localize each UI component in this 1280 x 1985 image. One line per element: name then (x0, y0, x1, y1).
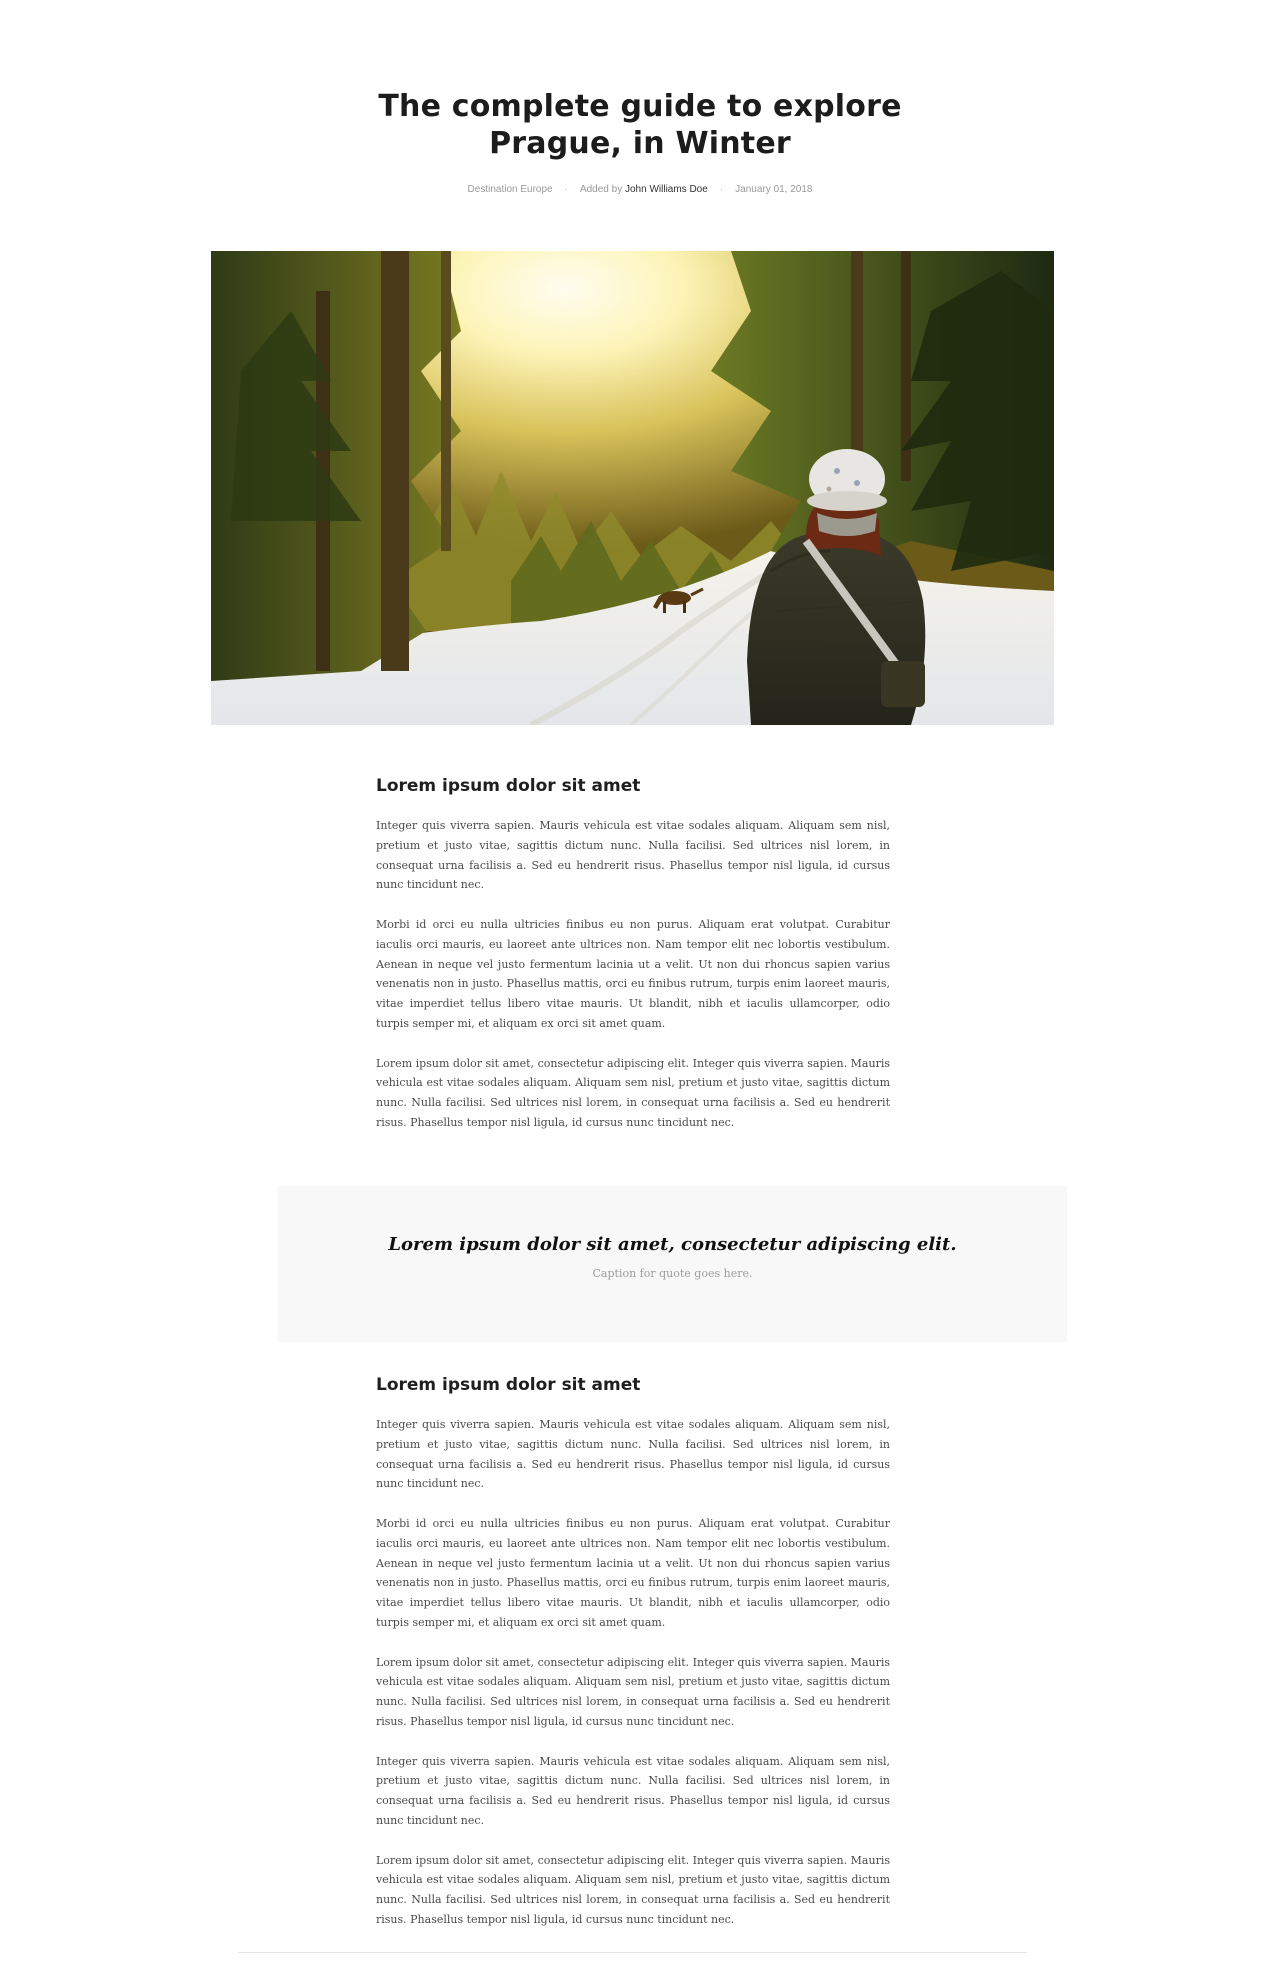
article-section-1: Lorem ipsum dolor sit amet Integer quis … (376, 775, 890, 1133)
meta-separator: · (719, 184, 724, 195)
meta-category[interactable]: Destination Europe (468, 184, 553, 195)
bottom-divider (238, 1952, 1027, 1953)
article-meta: Destination Europe · Added by John Willi… (0, 184, 1280, 195)
section-paragraph: Integer quis viverra sapien. Mauris vehi… (376, 819, 890, 892)
section-heading: Lorem ipsum dolor sit amet (376, 1375, 641, 1395)
article-header: The complete guide to explore Prague, in… (0, 88, 1280, 195)
section-paragraph: Morbi id orci eu nulla ultricies finibus… (376, 1516, 890, 1629)
section-paragraph: Lorem ipsum dolor sit amet, consectetur … (376, 1655, 890, 1728)
article-title: The complete guide to explore Prague, in… (378, 89, 902, 161)
meta-date: January 01, 2018 (735, 184, 813, 195)
pull-quote: Lorem ipsum dolor sit amet, consectetur … (278, 1186, 1067, 1342)
quote-text: Lorem ipsum dolor sit amet, consectetur … (388, 1234, 957, 1255)
section-paragraph: Integer quis viverra sapien. Mauris vehi… (376, 1754, 890, 1827)
section-paragraph: Lorem ipsum dolor sit amet, consectetur … (376, 1853, 890, 1926)
meta-separator: · (564, 184, 568, 195)
article-section-2: Lorem ipsum dolor sit amet Integer quis … (376, 1374, 890, 1930)
meta-added-by-prefix: Added by (579, 184, 623, 195)
hero-image-illustration (211, 251, 1054, 725)
quote-caption: Caption for quote goes here. (592, 1267, 753, 1280)
meta-author[interactable]: John Williams Doe (625, 184, 708, 195)
meta-added-by: Added by John Williams Doe (580, 184, 708, 195)
section-paragraph: Morbi id orci eu nulla ultricies finibus… (376, 917, 890, 1030)
section-heading: Lorem ipsum dolor sit amet (376, 776, 641, 796)
section-paragraph: Integer quis viverra sapien. Mauris vehi… (376, 1418, 890, 1491)
section-paragraph: Lorem ipsum dolor sit amet, consectetur … (376, 1056, 890, 1129)
hero-image (211, 251, 1054, 725)
